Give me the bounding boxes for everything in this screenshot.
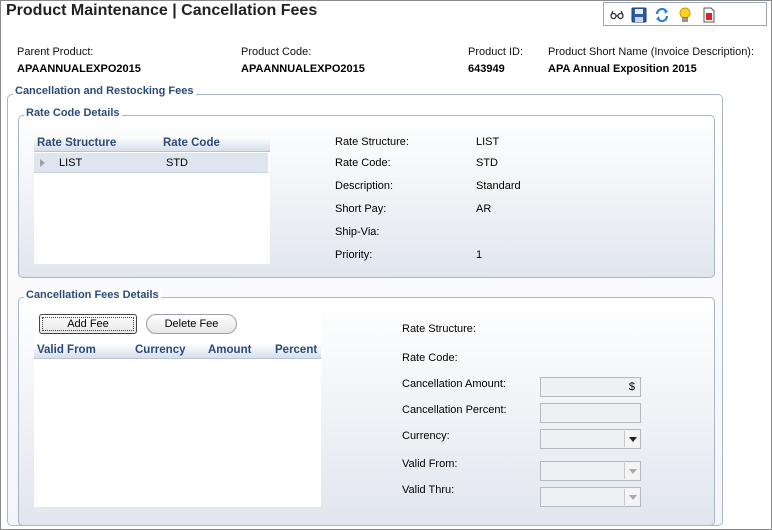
chevron-down-icon[interactable] <box>624 431 639 447</box>
currency-symbol: $ <box>628 381 635 393</box>
cancellation-amount-field[interactable]: $ <box>540 377 641 397</box>
valid-thru-date-field[interactable] <box>540 487 641 507</box>
detail-short-pay-label: Short Pay: <box>335 203 387 215</box>
detail-description-label: Description: <box>335 180 394 192</box>
valid-from-date-field[interactable] <box>540 461 641 481</box>
valid-from-label: Valid From: <box>402 458 458 470</box>
page-title: Product Maintenance | Cancellation Fees <box>6 2 318 19</box>
fees-grid-header: Valid From Currency Amount Percent <box>34 343 321 359</box>
cancellation-fees-grid: Valid From Currency Amount Percent <box>34 310 321 507</box>
rate-code-grid-header: Rate Structure Rate Code <box>34 136 270 152</box>
cancellation-restocking-title: Cancellation and Restocking Fees <box>13 85 196 97</box>
product-id-value: 643949 <box>468 63 505 75</box>
chevron-down-icon[interactable] <box>624 489 639 505</box>
cancellation-percent-label: Cancellation Percent: <box>402 404 507 416</box>
short-name-label: Product Short Name (Invoice Description)… <box>548 46 755 58</box>
lightbulb-icon[interactable] <box>677 7 693 23</box>
row-rate-code: STD <box>166 157 188 169</box>
product-code-label: Product Code: <box>241 46 312 58</box>
chevron-down-icon[interactable] <box>624 463 639 479</box>
product-code-value: APAANNUALEXPO2015 <box>241 63 365 75</box>
column-header-rate-structure[interactable]: Rate Structure <box>37 137 116 149</box>
detail-description-value: Standard <box>476 180 521 192</box>
fee-rate-structure-label: Rate Structure: <box>402 323 476 335</box>
refresh-icon[interactable] <box>654 7 670 23</box>
parent-product-value: APAANNUALEXPO2015 <box>17 63 141 75</box>
detail-rate-structure-value: LIST <box>476 136 500 148</box>
save-icon[interactable] <box>631 7 647 23</box>
glasses-icon[interactable] <box>609 7 625 23</box>
column-header-percent[interactable]: Percent <box>275 344 317 356</box>
currency-label: Currency: <box>402 430 450 442</box>
product-id-label: Product ID: <box>468 46 524 58</box>
detail-rate-code-label: Rate Code: <box>335 157 391 169</box>
valid-thru-label: Valid Thru: <box>402 484 455 496</box>
detail-priority-value: 1 <box>476 249 483 261</box>
detail-short-pay-value: AR <box>476 203 492 215</box>
column-header-valid-from[interactable]: Valid From <box>37 344 96 356</box>
cancellation-fees-details-title: Cancellation Fees Details <box>24 289 161 301</box>
column-header-rate-code[interactable]: Rate Code <box>163 137 220 149</box>
currency-select[interactable] <box>540 429 641 449</box>
cancellation-amount-label: Cancellation Amount: <box>402 378 506 390</box>
detail-rate-code-value: STD <box>476 157 498 169</box>
row-rate-structure: LIST <box>59 157 83 169</box>
short-name-value: APA Annual Exposition 2015 <box>548 63 697 75</box>
report-icon[interactable] <box>701 7 717 23</box>
row-selector-icon <box>40 159 45 167</box>
add-fee-button[interactable]: Add Fee <box>39 314 137 334</box>
column-header-amount[interactable]: Amount <box>208 344 251 356</box>
detail-priority-label: Priority: <box>335 249 373 261</box>
parent-product-label: Parent Product: <box>17 46 94 58</box>
detail-ship-via-label: Ship-Via: <box>335 226 380 238</box>
table-row[interactable]: LIST STD <box>34 153 268 173</box>
fee-rate-code-label: Rate Code: <box>402 352 458 364</box>
toolbar <box>603 2 767 26</box>
rate-code-grid: Rate Structure Rate Code LIST STD <box>34 136 270 264</box>
rate-code-details-title: Rate Code Details <box>24 107 122 119</box>
column-header-currency[interactable]: Currency <box>135 344 186 356</box>
cancellation-percent-field[interactable] <box>540 403 641 423</box>
detail-rate-structure-label: Rate Structure: <box>335 136 409 148</box>
delete-fee-button[interactable]: Delete Fee <box>146 314 237 334</box>
